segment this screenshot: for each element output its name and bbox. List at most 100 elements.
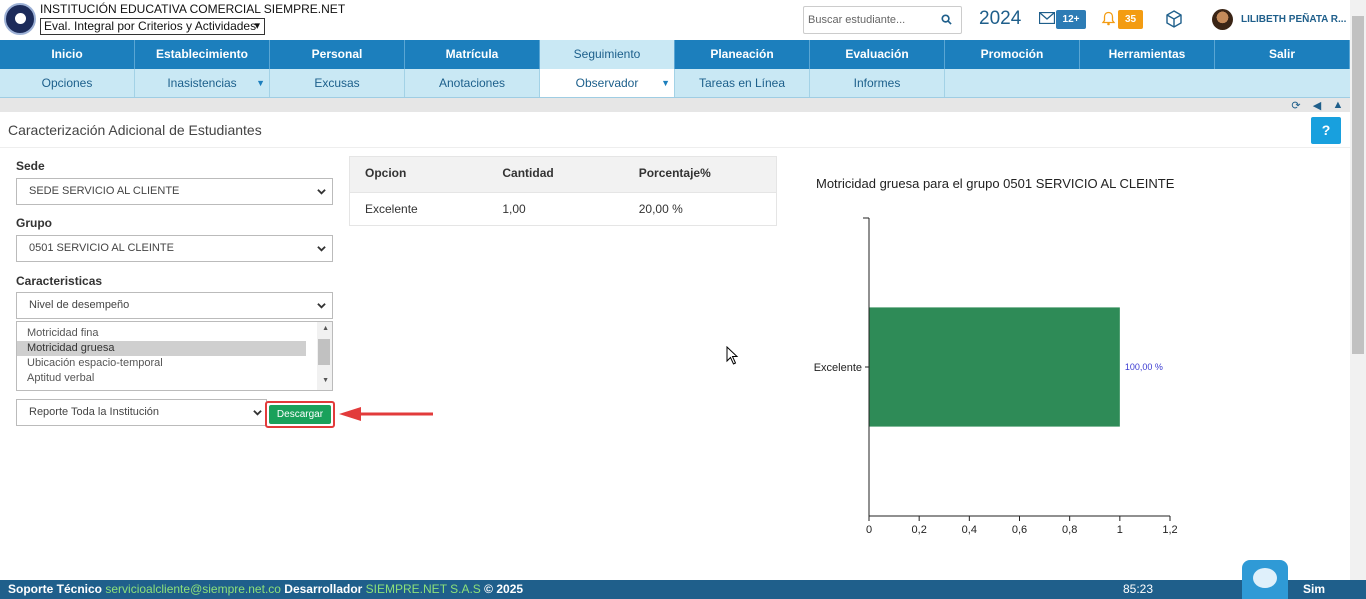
refresh-icon[interactable]: ⟳ xyxy=(1287,98,1305,112)
sede-select-value: SEDE SERVICIO AL CLIENTE xyxy=(29,185,180,197)
bell-icon[interactable] xyxy=(1101,11,1116,26)
nav-seguimiento[interactable]: Seguimiento xyxy=(540,40,675,69)
institution-logo xyxy=(4,3,36,35)
dropdown-triangle-icon: ▼ xyxy=(661,78,670,88)
download-button[interactable]: Descargar xyxy=(269,405,331,424)
toolbar-strip xyxy=(0,98,1350,112)
chart-title: Motricidad gruesa para el grupo 0501 SER… xyxy=(816,176,1175,191)
col-porcentaje: Porcentaje% xyxy=(638,166,711,180)
chart-category-label: Excelente xyxy=(814,362,862,374)
page-scrollbar[interactable] xyxy=(1350,0,1366,580)
notifications-badge[interactable]: 35 xyxy=(1118,10,1143,29)
cell-porcentaje: 20,00 % xyxy=(638,202,683,216)
copyright: © 2025 xyxy=(484,582,524,596)
list-option[interactable]: Aptitud verbal xyxy=(17,371,306,386)
support-email-link[interactable]: servicioalcliente@siempre.net.co xyxy=(105,582,281,596)
chart-tick-label: 0 xyxy=(866,524,872,536)
search-placeholder: Buscar estudiante... xyxy=(808,14,906,26)
cell-cantidad: 1,00 xyxy=(502,202,526,216)
chart-bar xyxy=(869,307,1120,427)
caracteristicas-label: Caracteristicas xyxy=(16,274,103,288)
student-search-input[interactable]: Buscar estudiante... xyxy=(803,6,962,34)
bar-chart: Excelente 100,00 % 0 0,2 0,4 0,6 0,8 1 1,2 xyxy=(814,217,1178,536)
nav-promocion[interactable]: Promoción xyxy=(945,40,1080,69)
grupo-label: Grupo xyxy=(16,216,52,230)
nav-establecimiento[interactable]: Establecimiento xyxy=(135,40,270,69)
evaluation-select-value: Eval. Integral por Criterios y Actividad… xyxy=(44,19,257,33)
list-option[interactable]: Ubicación espacio-temporal xyxy=(17,356,306,371)
list-option[interactable]: Motricidad fina xyxy=(17,326,306,341)
subnav-observador-label: Observador xyxy=(575,76,639,90)
subnav-opciones[interactable]: Opciones xyxy=(0,69,135,97)
user-name[interactable]: LILIBETH PEÑATA R... xyxy=(1241,14,1346,25)
back-icon[interactable]: ◀ xyxy=(1308,98,1326,112)
col-opcion: Opcion xyxy=(365,166,407,180)
subnav-informes[interactable]: Informes xyxy=(810,69,945,97)
cell-opcion: Excelente xyxy=(365,202,418,216)
evaluation-select[interactable]: Eval. Integral por Criterios y Actividad… xyxy=(40,18,265,35)
chevron-down-icon xyxy=(253,410,262,416)
col-cantidad: Cantidad xyxy=(502,166,554,180)
chart-data-label: 100,00 % xyxy=(1125,362,1163,372)
cube-icon[interactable] xyxy=(1165,10,1183,28)
page-scroll-thumb[interactable] xyxy=(1352,16,1364,354)
caracteristicas-listbox[interactable]: Motricidad fina Motricidad gruesa Ubicac… xyxy=(16,321,333,391)
divider xyxy=(0,147,1350,148)
nav-salir[interactable]: Salir xyxy=(1215,40,1350,69)
nav-herramientas[interactable]: Herramientas xyxy=(1080,40,1215,69)
chevron-down-icon: ▾ xyxy=(254,20,260,32)
report-scope-select[interactable]: Reporte Toda la Institución xyxy=(16,399,267,426)
chart-tick-label: 1 xyxy=(1117,524,1123,536)
grupo-select[interactable]: 0501 SERVICIO AL CLEINTE xyxy=(16,235,333,262)
subnav-inasistencias[interactable]: Inasistencias ▼ xyxy=(135,69,270,97)
nav-personal[interactable]: Personal xyxy=(270,40,405,69)
results-table: Opcion Cantidad Porcentaje% Excelente 1,… xyxy=(349,156,777,226)
mouse-cursor-icon xyxy=(726,346,739,365)
scroll-down-icon[interactable]: ▼ xyxy=(322,377,329,384)
chevron-down-icon xyxy=(317,189,326,195)
envelope-icon[interactable] xyxy=(1039,12,1055,24)
search-icon[interactable] xyxy=(941,14,952,25)
subnav-inasistencias-label: Inasistencias xyxy=(167,76,237,90)
annotation-arrow xyxy=(339,407,433,421)
nav-evaluacion[interactable]: Evaluación xyxy=(810,40,945,69)
subnav-filler xyxy=(945,69,1080,97)
subnav-tareas[interactable]: Tareas en Línea xyxy=(675,69,810,97)
sede-label: Sede xyxy=(16,159,45,173)
dropdown-triangle-icon: ▼ xyxy=(256,78,265,88)
chat-bubble-icon[interactable] xyxy=(1242,560,1288,599)
subnav-excusas[interactable]: Excusas xyxy=(270,69,405,97)
chart-tick-label: 0,2 xyxy=(912,524,927,536)
table-header: Opcion Cantidad Porcentaje% xyxy=(350,157,776,192)
caracteristicas-select[interactable]: Nivel de desempeño xyxy=(16,292,333,319)
brand-logo: Sim xyxy=(1303,582,1326,596)
sede-select[interactable]: SEDE SERVICIO AL CLIENTE xyxy=(16,178,333,205)
chart-tick-label: 1,2 xyxy=(1162,524,1177,536)
chevron-down-icon xyxy=(317,246,326,252)
nav-matricula[interactable]: Matrícula xyxy=(405,40,540,69)
caracteristicas-select-value: Nivel de desempeño xyxy=(29,299,130,311)
sub-nav: Opciones Inasistencias ▼ Excusas Anotaci… xyxy=(0,69,1350,98)
subnav-anotaciones[interactable]: Anotaciones xyxy=(405,69,540,97)
developer-label: Desarrollador xyxy=(284,582,363,596)
list-option-selected[interactable]: Motricidad gruesa xyxy=(17,341,306,356)
chart-tick-label: 0,8 xyxy=(1062,524,1077,536)
developer-link[interactable]: SIEMPRE.NET S.A.S xyxy=(366,582,481,596)
year-label: 2024 xyxy=(979,8,1022,29)
nav-planeacion[interactable]: Planeación xyxy=(675,40,810,69)
grupo-select-value: 0501 SERVICIO AL CLEINTE xyxy=(29,242,174,254)
listbox-scroll-thumb[interactable] xyxy=(318,339,330,365)
nav-inicio[interactable]: Inicio xyxy=(0,40,135,69)
help-button[interactable]: ? xyxy=(1311,117,1341,144)
arrow-up-icon[interactable]: ▲ xyxy=(1329,98,1347,112)
scroll-up-icon[interactable]: ▲ xyxy=(322,325,329,332)
session-timer: 85:23 xyxy=(1123,582,1154,596)
chart-tick-label: 0,6 xyxy=(1012,524,1027,536)
subnav-observador[interactable]: Observador ▼ xyxy=(540,69,675,97)
top-header: INSTITUCIÓN EDUCATIVA COMERCIAL SIEMPRE.… xyxy=(0,0,1350,40)
user-avatar[interactable] xyxy=(1212,9,1233,30)
main-nav: Inicio Establecimiento Personal Matrícul… xyxy=(0,40,1350,69)
page-title: Caracterización Adicional de Estudiantes xyxy=(8,122,262,138)
messages-badge[interactable]: 12+ xyxy=(1056,10,1086,29)
report-scope-value: Reporte Toda la Institución xyxy=(29,406,160,418)
